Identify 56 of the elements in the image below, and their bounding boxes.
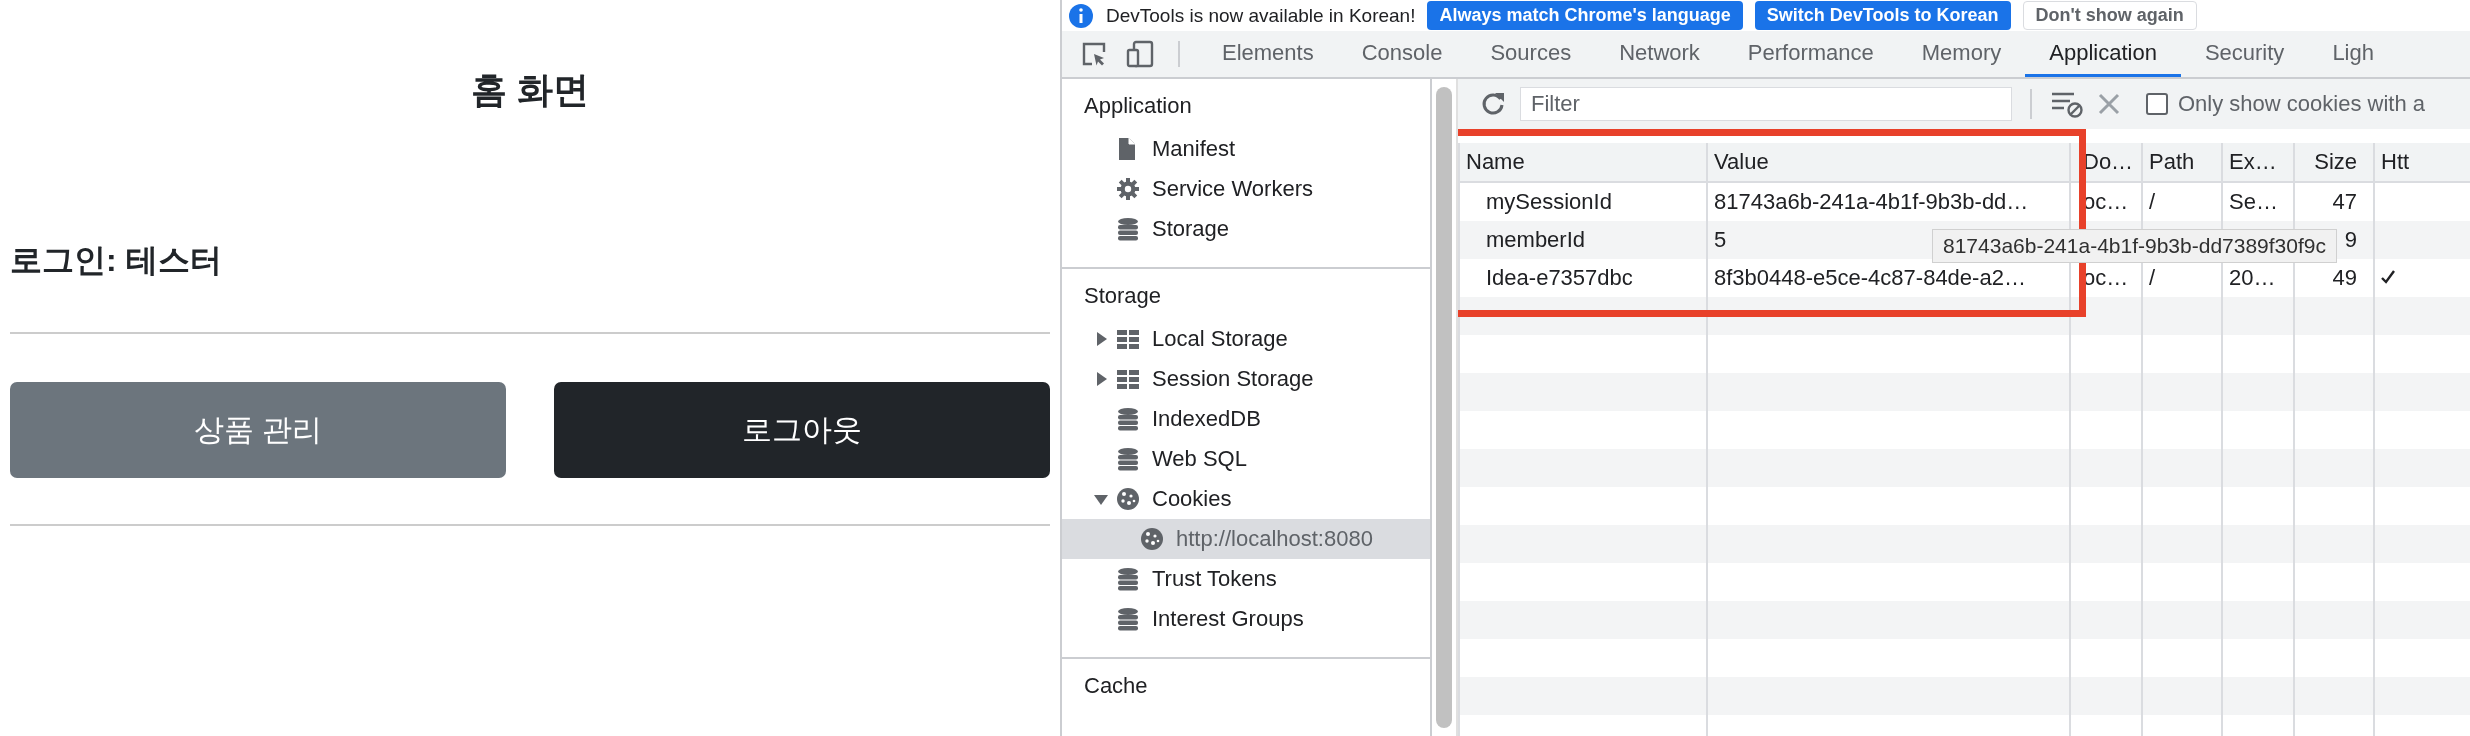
- panel-tab[interactable]: Elements: [1198, 31, 1338, 77]
- cookie-icon: [1116, 487, 1140, 511]
- page-title: 홈 화면: [470, 68, 590, 112]
- sidebar-section-title: Cache: [1083, 672, 1149, 700]
- panel-tab[interactable]: Ligh: [2308, 31, 2374, 77]
- column-header[interactable]: Name: [1459, 143, 1707, 182]
- column-header[interactable]: Htt: [2374, 143, 2470, 182]
- grid-icon: [1116, 367, 1140, 391]
- close-icon: [2098, 93, 2120, 115]
- database-icon: [1116, 407, 1140, 431]
- column-header[interactable]: Size: [2294, 143, 2374, 182]
- logout-button[interactable]: 로그아웃: [554, 382, 1050, 478]
- login-status: 로그인: 테스터: [10, 241, 223, 280]
- sidebar-item[interactable]: Session Storage: [1062, 359, 1430, 399]
- cookie-icon: [1140, 527, 1164, 551]
- notification-button[interactable]: Don't show again: [2022, 1, 2197, 30]
- grid-icon: [1116, 327, 1140, 351]
- panel-tab[interactable]: Performance: [1723, 31, 1898, 77]
- checkbox-label: Only show cookies with a: [2178, 91, 2425, 117]
- database-icon: [1116, 447, 1140, 471]
- tooltip: 81743a6b-241a-4b1f-9b3b-dd7389f30f9c: [1932, 229, 2337, 263]
- sidebar-item[interactable]: IndexedDB: [1062, 399, 1430, 439]
- sidebar-item[interactable]: Local Storage: [1062, 319, 1430, 359]
- database-icon: [1116, 217, 1140, 241]
- gear-icon: [1116, 177, 1140, 201]
- scrollbar[interactable]: [1436, 87, 1452, 728]
- sidebar-section-title: Storage: [1083, 282, 1163, 310]
- inspect-icon: [1080, 40, 1108, 68]
- device-icon: [1126, 39, 1156, 69]
- sidebar-item[interactable]: Manifest: [1062, 129, 1430, 169]
- sidebar-item[interactable]: Cookies: [1062, 479, 1430, 519]
- sidebar-item[interactable]: Interest Groups: [1062, 599, 1430, 639]
- sidebar-item[interactable]: Web SQL: [1062, 439, 1430, 479]
- sidebar-item[interactable]: http://localhost:8080: [1062, 519, 1430, 559]
- column-header[interactable]: Ex…: [2222, 143, 2294, 182]
- panel-tab[interactable]: Memory: [1897, 31, 2026, 77]
- sidebar-item[interactable]: Service Workers: [1062, 169, 1430, 209]
- product-button[interactable]: 상품 관리: [10, 382, 506, 478]
- panel-tab[interactable]: Console: [1337, 31, 1467, 77]
- panel-tab[interactable]: Sources: [1466, 31, 1596, 77]
- filter-field[interactable]: Filter: [1520, 87, 2012, 121]
- checkbox[interactable]: [2146, 93, 2168, 115]
- database-icon: [1116, 607, 1140, 631]
- sidebar-item[interactable]: Storage: [1062, 209, 1430, 249]
- notification-button[interactable]: Switch DevTools to Korean: [1754, 1, 2011, 30]
- column-header[interactable]: Path: [2142, 143, 2222, 182]
- panel-tab[interactable]: Security: [2180, 31, 2309, 77]
- sidebar-item[interactable]: Trust Tokens: [1062, 559, 1430, 599]
- sidebar-section-title: Application: [1083, 92, 1193, 120]
- notification-message: DevTools is now available in Korean!: [1106, 4, 1416, 27]
- panel-tab[interactable]: Network: [1595, 31, 1724, 77]
- notification-button[interactable]: Always match Chrome's language: [1427, 1, 1743, 30]
- table-cell: memberId: [1459, 221, 1707, 259]
- refresh-icon: [1480, 91, 1506, 117]
- column-header[interactable]: Value: [1707, 143, 2070, 182]
- database-icon: [1116, 567, 1140, 591]
